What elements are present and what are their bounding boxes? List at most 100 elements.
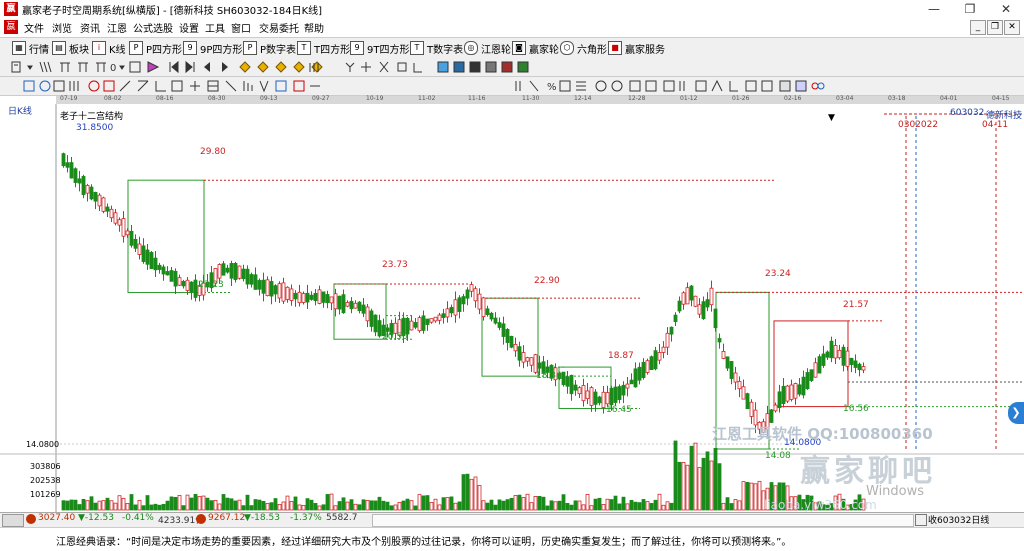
toolbar-service-button[interactable]: ■ 赢家服务 [608,41,665,56]
candle-body [89,186,94,200]
candle-body [177,277,182,286]
sh-index-icon [26,514,36,524]
menu-formula[interactable]: 公式选股 [133,20,173,35]
date-tick: 11-30 [522,95,540,102]
volume-bar [549,500,554,511]
menu-trade[interactable]: 交易委托 [259,20,299,35]
toolbar-sector-button[interactable]: ▤ 板块 [52,41,89,56]
toolbar-p-table-button[interactable]: P P数字表 [243,41,296,56]
volume-bar [137,499,142,511]
volume-bar [529,502,534,511]
volume-bar [593,498,598,511]
volume-bar [753,483,758,511]
volume-bar [561,494,566,511]
volume-bar [405,498,410,511]
drawing-tools-row[interactable]: % [0,77,1024,95]
price-label: 23.24 [765,269,791,279]
candle-body [437,314,442,321]
toolbar-winner-wheel-button[interactable]: ◙ 赢家轮 [512,41,559,56]
date-tick: 08-30 [208,95,226,102]
minimize-button[interactable]: — [916,0,952,18]
volume-bar [481,500,486,511]
menu-settings[interactable]: 设置 [179,20,199,35]
candle-body [297,291,302,304]
volume-bar [733,499,738,511]
kline-chart[interactable]: 31.8500 29.80 23.23 23.73 20.50 22.90 18.34 18.… [0,104,1024,512]
candle-body [129,230,134,246]
volume-bar [249,505,254,511]
candle-body [357,301,362,312]
candle-body [425,318,430,325]
candle-body [421,315,426,331]
volume-bar [645,501,650,511]
volume-bar [413,505,418,511]
candle-body [265,279,270,297]
volume-bar [281,501,286,511]
toolbar-p-square-button[interactable]: P P四方形 [129,41,182,56]
candle-body [857,363,862,371]
volume-bar [341,497,346,511]
candle-body [861,366,866,371]
toolbar-gann-wheel-button[interactable]: ◎ 江恩轮 [464,41,511,56]
menu-info[interactable]: 资讯 [80,20,100,35]
volume-bar [577,500,582,511]
volume-bar [97,500,102,511]
volume-bar [709,460,714,511]
menu-help[interactable]: 帮助 [304,20,324,35]
close-button[interactable]: ✕ [988,0,1024,18]
horizontal-scrollbar[interactable] [372,514,914,527]
volume-bar [381,500,386,511]
candle-body [341,294,346,314]
wheel-icon: ◙ [512,41,526,55]
volume-bar [677,461,682,511]
candle-body [181,281,186,287]
toolbar-hexagon-button[interactable]: ⬡ 六角形 [560,41,607,56]
toolbar-9t-square-button[interactable]: 9 9T四方形 [350,41,409,56]
toolbar-9p-square-button[interactable]: 9 9P四方形 [183,41,242,56]
screenshot-icon[interactable] [915,514,927,526]
dropdown-triangle-icon[interactable]: ▼ [828,113,835,123]
toolbar-quote-button[interactable]: ▦ 行情 [12,41,49,56]
mdi-close-button[interactable]: ✕ [1004,20,1020,35]
volume-bar [485,502,490,511]
candle-body [817,356,822,374]
candle-body [809,369,814,381]
menu-tools[interactable]: 工具 [205,20,225,35]
candle-body [721,351,726,359]
candle-body [685,287,690,305]
volume-bar [189,497,194,511]
candle-body [409,320,414,331]
tool-icons-row[interactable]: 0 [0,58,1024,76]
mdi-minimize-button[interactable]: _ [970,20,986,35]
candle-body [737,380,742,390]
9t-square-icon: 9 [350,41,364,55]
toolbar-t-table-button[interactable]: T T数字表 [410,41,463,56]
candle-body [689,285,694,301]
mdi-restore-button[interactable]: ❐ [987,20,1003,35]
menu-browse[interactable]: 浏览 [52,20,72,35]
9p-square-icon: 9 [183,41,197,55]
candle-body [345,302,350,307]
status-toggle-icon[interactable] [2,514,24,527]
toolbar-t-square-button[interactable]: T T四方形 [297,41,350,56]
volume-bar [289,500,294,511]
index-status-bar: 3027.40 ▼-12.53 -0.41% 4233.91亿 9267.12 … [0,512,1024,527]
maximize-button[interactable]: ❐ [952,0,988,18]
volume-bar [501,500,506,511]
candle-body [157,264,162,270]
menu-gann[interactable]: 江恩 [107,20,127,35]
candle-body [645,360,650,373]
candle-body [113,212,118,224]
candle-body [585,390,590,400]
candle-body [317,289,322,304]
volume-bar [173,496,178,511]
toolbar-kline-button[interactable]: ⅰ K线 [92,41,126,56]
candle-body [701,301,706,320]
volume-bar [653,499,658,511]
scroll-right-button[interactable]: ❯ [1008,402,1024,424]
menu-file[interactable]: 文件 [24,20,44,35]
candle-body [769,409,774,423]
menu-window[interactable]: 窗口 [231,20,251,35]
candle-body [825,351,830,358]
candle-body [333,293,338,310]
